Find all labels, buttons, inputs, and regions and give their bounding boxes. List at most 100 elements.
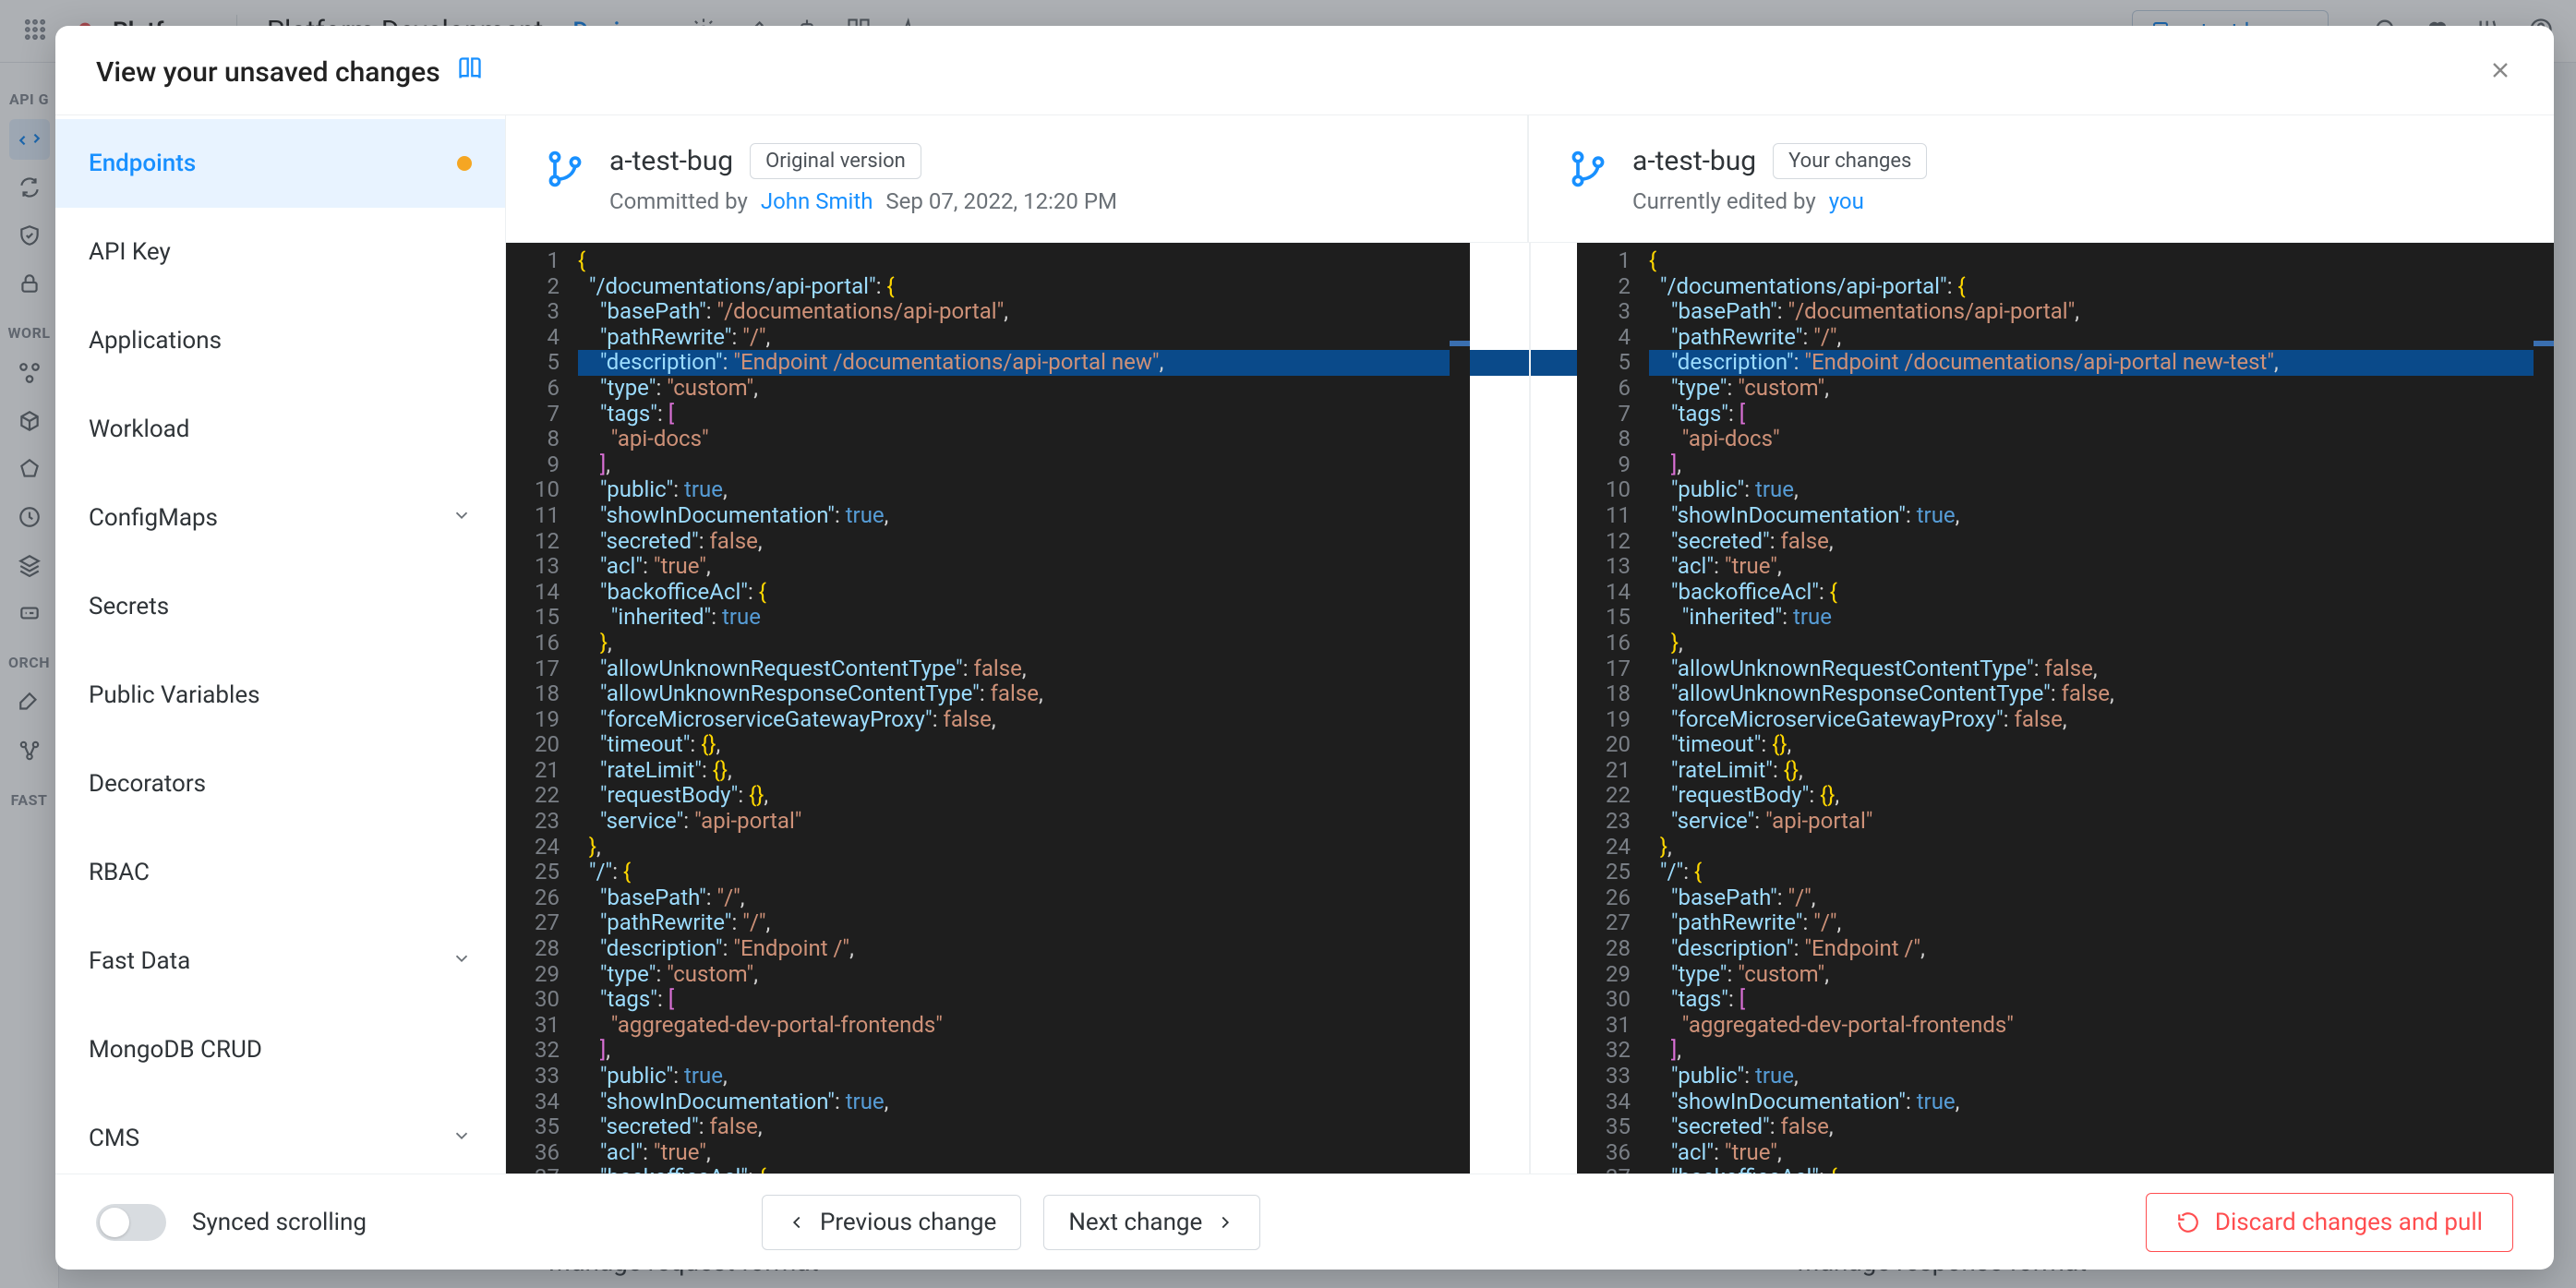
code-line[interactable]: "secreted": false, (1649, 1114, 2554, 1140)
sidebar-item-workload[interactable]: Workload (55, 385, 505, 474)
code-line[interactable]: "backofficeAcl": { (578, 1165, 1470, 1174)
code-line[interactable]: "/documentations/api-portal": { (578, 274, 1470, 300)
sidebar-item-secrets[interactable]: Secrets (55, 562, 505, 651)
code-line[interactable]: "timeout": {}, (578, 732, 1470, 758)
code-line[interactable]: }, (578, 835, 1470, 861)
code-line[interactable]: }, (1649, 631, 2554, 656)
sidebar-item-public-variables[interactable]: Public Variables (55, 651, 505, 740)
code-line[interactable]: ], (1649, 452, 2554, 478)
code-line[interactable]: "showInDocumentation": true, (578, 1089, 1470, 1115)
code-line[interactable]: "tags": [ (1649, 987, 2554, 1013)
left-by-user[interactable]: John Smith (761, 188, 873, 214)
code-line[interactable]: "pathRewrite": "/", (1649, 325, 2554, 351)
code-line[interactable]: "description": "Endpoint /", (578, 936, 1470, 962)
code-line[interactable]: "aggregated-dev-portal-frontends" (578, 1013, 1470, 1039)
code-line[interactable]: "api-docs" (1649, 427, 2554, 452)
code-line[interactable]: "service": "api-portal" (1649, 809, 2554, 835)
code-line[interactable]: "public": true, (1649, 1064, 2554, 1089)
close-icon[interactable] (2487, 57, 2513, 87)
code-line[interactable]: "/": { (578, 860, 1470, 885)
discard-changes-label: Discard changes and pull (2215, 1209, 2483, 1236)
code-line[interactable]: "basePath": "/documentations/api-portal"… (1649, 299, 2554, 325)
code-line[interactable]: { (1649, 248, 2554, 274)
code-pane-left[interactable]: 1234567891011121314151617181920212223242… (506, 243, 1529, 1174)
code-line[interactable]: "secreted": false, (1649, 529, 2554, 555)
code-line[interactable]: "secreted": false, (578, 529, 1470, 555)
code-line[interactable]: }, (578, 631, 1470, 656)
modal-sidebar[interactable]: EndpointsAPI KeyApplicationsWorkloadConf… (55, 115, 506, 1174)
code-line[interactable]: "showInDocumentation": true, (1649, 1089, 2554, 1115)
code-line[interactable]: "tags": [ (1649, 402, 2554, 427)
code-line[interactable]: ], (1649, 1038, 2554, 1064)
code-line[interactable]: }, (1649, 835, 2554, 861)
code-line[interactable]: "showInDocumentation": true, (578, 503, 1470, 529)
code-line[interactable]: "inherited": true (578, 605, 1470, 631)
code-line[interactable]: "type": "custom", (578, 376, 1470, 402)
right-by-user[interactable]: you (1829, 188, 1864, 214)
code-line[interactable]: "secreted": false, (578, 1114, 1470, 1140)
code-line[interactable]: ], (578, 1038, 1470, 1064)
code-line[interactable]: "description": "Endpoint /", (1649, 936, 2554, 962)
next-change-button[interactable]: Next change (1043, 1195, 1260, 1250)
code-line[interactable]: "acl": "true", (578, 554, 1470, 580)
discard-changes-button[interactable]: Discard changes and pull (2146, 1193, 2513, 1252)
code-line[interactable]: "allowUnknownRequestContentType": false, (1649, 656, 2554, 682)
code-line[interactable]: "api-docs" (578, 427, 1470, 452)
code-line[interactable]: "type": "custom", (1649, 376, 2554, 402)
code-line[interactable]: "basePath": "/", (578, 885, 1470, 911)
code-pane-right[interactable]: 1234567891011121314151617181920212223242… (1531, 243, 2554, 1174)
code-line[interactable]: "requestBody": {}, (1649, 783, 2554, 809)
code-line[interactable]: "public": true, (578, 1064, 1470, 1089)
code-line[interactable]: "basePath": "/documentations/api-portal"… (578, 299, 1470, 325)
code-line[interactable]: "type": "custom", (578, 962, 1470, 988)
code-line[interactable]: "acl": "true", (1649, 1140, 2554, 1166)
code-line[interactable]: "acl": "true", (578, 1140, 1470, 1166)
previous-change-button[interactable]: Previous change (762, 1195, 1021, 1250)
sidebar-item-decorators[interactable]: Decorators (55, 740, 505, 828)
sidebar-item-configmaps[interactable]: ConfigMaps (55, 474, 505, 562)
sidebar-item-rbac[interactable]: RBAC (55, 828, 505, 917)
code-line[interactable]: "pathRewrite": "/", (578, 910, 1470, 936)
code-line[interactable]: "description": "Endpoint /documentations… (578, 350, 1470, 376)
code-line[interactable]: "allowUnknownResponseContentType": false… (578, 681, 1470, 707)
sidebar-item-endpoints[interactable]: Endpoints (55, 119, 505, 208)
code-line[interactable]: "service": "api-portal" (578, 809, 1470, 835)
code-line[interactable]: "tags": [ (578, 987, 1470, 1013)
code-line[interactable]: "type": "custom", (1649, 962, 2554, 988)
code-line[interactable]: "/": { (1649, 860, 2554, 885)
code-line[interactable]: "requestBody": {}, (578, 783, 1470, 809)
code-line[interactable]: "acl": "true", (1649, 554, 2554, 580)
code-line[interactable]: "allowUnknownResponseContentType": false… (1649, 681, 2554, 707)
code-line[interactable]: "public": true, (1649, 477, 2554, 503)
sidebar-item-cms[interactable]: CMS (55, 1094, 505, 1174)
code-line[interactable]: "aggregated-dev-portal-frontends" (1649, 1013, 2554, 1039)
code-line[interactable]: "pathRewrite": "/", (578, 325, 1470, 351)
code-line[interactable]: "forceMicroserviceGatewayProxy": false, (578, 707, 1470, 733)
code-line[interactable]: "forceMicroserviceGatewayProxy": false, (1649, 707, 2554, 733)
code-line[interactable]: "backofficeAcl": { (578, 580, 1470, 606)
code-line[interactable]: "rateLimit": {}, (1649, 758, 2554, 784)
code-line[interactable]: ], (578, 452, 1470, 478)
sidebar-item-fast-data[interactable]: Fast Data (55, 917, 505, 1005)
diff-headers: a-test-bug Original version Committed by… (506, 115, 2554, 243)
code-line[interactable]: "basePath": "/", (1649, 885, 2554, 911)
code-line[interactable]: "/documentations/api-portal": { (1649, 274, 2554, 300)
code-line[interactable]: "public": true, (578, 477, 1470, 503)
sidebar-item-applications[interactable]: Applications (55, 296, 505, 385)
code-line[interactable]: "description": "Endpoint /documentations… (1649, 350, 2554, 376)
code-line[interactable]: "rateLimit": {}, (578, 758, 1470, 784)
code-line[interactable]: "pathRewrite": "/", (1649, 910, 2554, 936)
code-line[interactable]: "tags": [ (578, 402, 1470, 427)
code-line[interactable]: "showInDocumentation": true, (1649, 503, 2554, 529)
code-line[interactable]: "timeout": {}, (1649, 732, 2554, 758)
docs-book-icon[interactable] (457, 55, 483, 89)
code-line[interactable]: "inherited": true (1649, 605, 2554, 631)
left-version-badge: Original version (750, 143, 921, 179)
code-line[interactable]: "allowUnknownRequestContentType": false, (578, 656, 1470, 682)
sidebar-item-api-key[interactable]: API Key (55, 208, 505, 296)
sidebar-item-mongodb-crud[interactable]: MongoDB CRUD (55, 1005, 505, 1094)
code-line[interactable]: "backofficeAcl": { (1649, 580, 2554, 606)
code-line[interactable]: { (578, 248, 1470, 274)
synced-scrolling-toggle[interactable] (96, 1204, 166, 1241)
code-line[interactable]: "backofficeAcl": { (1649, 1165, 2554, 1174)
